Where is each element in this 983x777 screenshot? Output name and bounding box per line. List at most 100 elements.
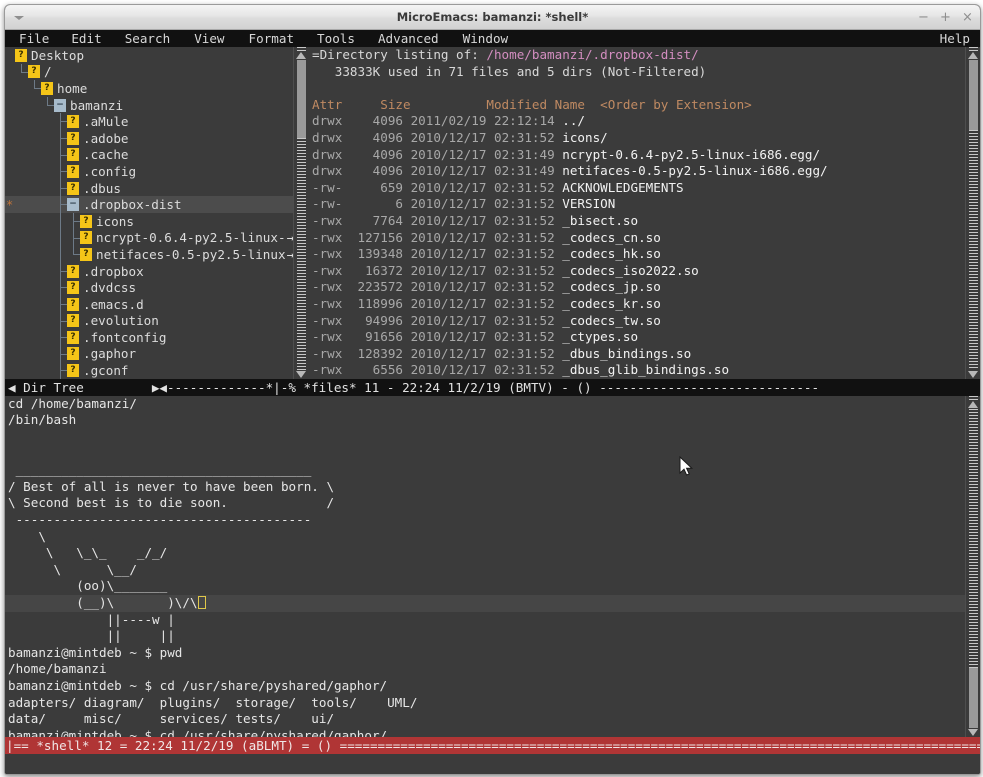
dir-tree-item[interactable]: ? .adobe	[5, 129, 308, 147]
file-row[interactable]: drwx 4096 2010/12/17 02:31:49 netifaces-…	[312, 163, 980, 180]
dir-tree-item[interactable]: ? .dropbox	[5, 262, 308, 280]
file-row[interactable]: -rwx 139348 2010/12/17 02:31:52 _codecs_…	[312, 246, 980, 263]
dir-tree-item[interactable]: ? netifaces-0.5-py2.5-linux	[5, 246, 308, 263]
menu-tools[interactable]: Tools	[317, 31, 355, 46]
dir-tree-item[interactable]: ? .evolution	[5, 312, 308, 330]
file-row[interactable]: -rwx 6556 2010/12/17 02:31:52 _dbus_glib…	[312, 362, 980, 379]
folder-closed-icon[interactable]: ?	[67, 264, 79, 278]
file-row[interactable]: -rwx 128392 2010/12/17 02:31:52 _dbus_bi…	[312, 346, 980, 363]
folder-closed-icon[interactable]: ?	[28, 65, 40, 79]
scrollbar-thumb[interactable]	[968, 668, 978, 728]
file-row[interactable]: -rwx 223572 2010/12/17 02:31:52 _codecs_…	[312, 279, 980, 296]
menu-format[interactable]: Format	[249, 31, 295, 46]
file-row[interactable]: drwx 4096 2010/12/17 02:31:52 icons/	[312, 130, 980, 147]
scroll-down-arrow-icon[interactable]	[968, 370, 978, 378]
file-name[interactable]: netifaces-0.5-py2.5-linux-i686.egg/	[562, 163, 827, 178]
folder-closed-icon[interactable]: ?	[67, 281, 79, 295]
scroll-down-arrow-icon[interactable]	[296, 370, 306, 378]
files-pane[interactable]: =Directory listing of: /home/bamanzi/.dr…	[308, 47, 980, 379]
folder-closed-icon[interactable]: ?	[67, 330, 79, 344]
scrollbar-trough[interactable]	[968, 130, 978, 370]
file-name[interactable]: ncrypt-0.6.4-py2.5-linux-i686.egg/	[562, 147, 820, 162]
dir-tree-next-arrow-icon[interactable]: ▶◀	[152, 379, 167, 396]
dir-tree-item[interactable]: − bamanzi	[5, 96, 308, 114]
dir-tree-item[interactable]: ? .dvdcss	[5, 279, 308, 296]
file-name[interactable]: VERSION	[562, 196, 615, 211]
file-name[interactable]: _dbus_glib_bindings.so	[562, 362, 729, 377]
menu-search[interactable]: Search	[125, 31, 171, 46]
file-row[interactable]: -rwx 16372 2010/12/17 02:31:52 _codecs_i…	[312, 263, 980, 280]
minimize-button[interactable]: −	[918, 11, 929, 24]
dir-tree-item[interactable]: ? .dbus	[5, 179, 308, 197]
file-name[interactable]: _codecs_iso2022.so	[562, 263, 698, 278]
folder-open-icon[interactable]: −	[54, 98, 66, 112]
scroll-up-arrow-icon[interactable]	[968, 52, 978, 59]
folder-closed-icon[interactable]: ?	[67, 164, 79, 178]
file-row[interactable]: drwx 4096 2010/12/17 02:31:49 ncrypt-0.6…	[312, 147, 980, 164]
dir-tree-item[interactable]: ? .gaphor	[5, 345, 308, 363]
menu-edit[interactable]: Edit	[71, 31, 101, 46]
maximize-button[interactable]: +	[940, 11, 951, 24]
menu-view[interactable]: View	[194, 31, 224, 46]
folder-closed-icon[interactable]: ?	[67, 347, 79, 361]
file-name[interactable]: _codecs_jp.so	[562, 279, 661, 294]
folder-closed-icon[interactable]: ?	[67, 297, 79, 311]
file-name[interactable]: ../	[562, 113, 585, 128]
folder-closed-icon[interactable]: ?	[15, 48, 27, 62]
dir-tree-scrollbar[interactable]	[293, 47, 308, 379]
folder-closed-icon[interactable]: ?	[80, 247, 92, 261]
file-name[interactable]: _codecs_tw.so	[562, 313, 661, 328]
menu-help[interactable]: Help	[940, 31, 970, 46]
file-name[interactable]: _codecs_kr.so	[562, 296, 661, 311]
dir-tree-prev-arrow-icon[interactable]: ◀	[5, 379, 16, 396]
file-name[interactable]: _codecs_hk.so	[562, 246, 661, 261]
dir-tree-item[interactable]: ? .fontconfig	[5, 329, 308, 346]
dir-tree-item[interactable]: ? .cache	[5, 146, 308, 164]
menu-file[interactable]: File	[19, 31, 49, 46]
folder-open-icon[interactable]: −	[67, 198, 79, 212]
dir-tree-item[interactable]: ? Desktop	[5, 47, 308, 64]
dir-tree-item[interactable]: ? home	[5, 80, 308, 97]
window-menu-caret-down-icon[interactable]	[13, 11, 25, 23]
files-scrollbar[interactable]	[965, 47, 980, 379]
shell-pane[interactable]: cd /home/bamanzi//bin/bash _____________…	[5, 395, 980, 737]
dir-tree-item[interactable]: * − .dropbox-dist	[5, 196, 308, 213]
file-row[interactable]: -rwx 91656 2010/12/17 02:31:52 _ctypes.s…	[312, 329, 980, 346]
menu-window[interactable]: Window	[463, 31, 509, 46]
folder-closed-icon[interactable]: ?	[67, 148, 79, 162]
folder-closed-icon[interactable]: ?	[67, 115, 79, 129]
dir-tree-item[interactable]: ? icons	[5, 212, 308, 230]
shell-scrollbar[interactable]	[965, 395, 980, 737]
scrollbar-trough[interactable]	[296, 138, 306, 370]
scroll-up-arrow-icon[interactable]	[296, 52, 306, 59]
dir-tree-item[interactable]: ? .emacs.d	[5, 295, 308, 313]
scroll-up-arrow-icon[interactable]	[968, 400, 978, 408]
dir-tree-item[interactable]: ? ncrypt-0.6.4-py2.5-linux-	[5, 229, 308, 247]
file-row[interactable]: -rw- 659 2010/12/17 02:31:52 ACKNOWLEDGE…	[312, 180, 980, 197]
folder-closed-icon[interactable]: ?	[67, 181, 79, 195]
file-name[interactable]: ACKNOWLEDGEMENTS	[562, 180, 683, 195]
echo-area[interactable]	[5, 754, 980, 774]
dir-tree-item[interactable]: ? .gconf	[5, 362, 308, 379]
folder-closed-icon[interactable]: ?	[67, 364, 79, 378]
close-button[interactable]: ×	[962, 11, 973, 24]
scroll-down-arrow-icon[interactable]	[968, 729, 978, 736]
dir-tree-item[interactable]: ? .aMule	[5, 113, 308, 130]
file-row[interactable]: -rwx 7764 2010/12/17 02:31:52 _bisect.so	[312, 213, 980, 230]
file-row[interactable]: -rwx 94996 2010/12/17 02:31:52 _codecs_t…	[312, 313, 980, 330]
file-row[interactable]: drwx 4096 2011/02/19 22:12:14 ../	[312, 113, 980, 130]
file-name[interactable]: _ctypes.so	[562, 329, 638, 344]
file-row[interactable]: -rwx 127156 2010/12/17 02:31:52 _codecs_…	[312, 230, 980, 247]
folder-closed-icon[interactable]: ?	[41, 81, 53, 95]
menu-advanced[interactable]: Advanced	[378, 31, 439, 46]
file-name[interactable]: _bisect.so	[562, 213, 638, 228]
file-row[interactable]: -rw- 6 2010/12/17 02:31:52 VERSION	[312, 196, 980, 213]
folder-closed-icon[interactable]: ?	[80, 231, 92, 245]
scrollbar-trough[interactable]	[968, 408, 978, 668]
dir-tree-item[interactable]: ? /	[5, 63, 308, 81]
file-name[interactable]: _codecs_cn.so	[562, 230, 661, 245]
file-name[interactable]: icons/	[562, 130, 608, 145]
folder-closed-icon[interactable]: ?	[67, 131, 79, 145]
dir-tree-pane[interactable]: ? Desktop? /? home − bamanzi? .aMule? .adobe? .c…	[5, 47, 308, 379]
folder-closed-icon[interactable]: ?	[67, 314, 79, 328]
